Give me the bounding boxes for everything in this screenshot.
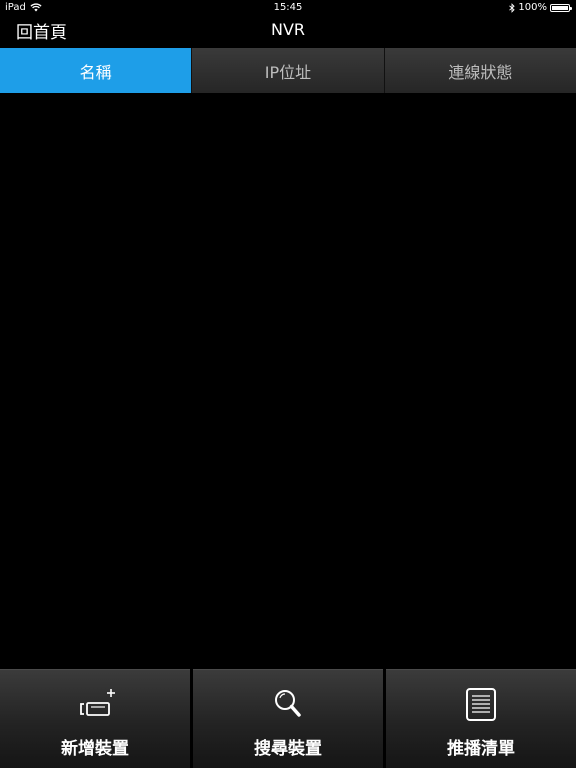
bluetooth-icon	[509, 2, 516, 13]
push-list-button[interactable]: 推播清單	[386, 669, 576, 768]
page-title: NVR	[270, 20, 306, 39]
add-device-label: 新增裝置	[61, 739, 129, 759]
search-device-button[interactable]: 搜尋裝置	[193, 669, 383, 768]
tab-name[interactable]: 名稱	[0, 48, 192, 93]
status-right: 100%	[509, 2, 572, 13]
status-time: 15:45	[273, 2, 303, 13]
tab-bar: 名稱 IP位址 連線狀態	[0, 48, 576, 93]
battery-icon	[550, 3, 572, 12]
device-list	[0, 93, 576, 669]
add-camera-icon	[80, 689, 115, 716]
add-device-button[interactable]: 新增裝置	[0, 669, 190, 768]
tab-name-label: 名稱	[79, 62, 112, 82]
tab-ip-address[interactable]: IP位址	[191, 48, 384, 93]
tab-ip-address-label: IP位址	[264, 62, 312, 82]
tab-connection-status[interactable]: 連線狀態	[383, 48, 576, 93]
back-home-button[interactable]: 回首頁	[16, 18, 67, 43]
nav-bar: 回首頁 NVR	[0, 16, 576, 48]
status-bar: iPad 15:45 100%	[0, 0, 576, 16]
battery-fill	[552, 5, 568, 10]
tab-connection-status-label: 連線狀態	[448, 62, 513, 82]
list-icon	[466, 688, 496, 721]
bottom-toolbar: 新增裝置 搜尋裝置 推播清單	[0, 669, 576, 768]
search-device-label: 搜尋裝置	[254, 739, 322, 759]
magnifier-icon	[275, 690, 301, 717]
battery-percent: 100%	[518, 2, 547, 13]
push-list-label: 推播清單	[447, 739, 515, 759]
